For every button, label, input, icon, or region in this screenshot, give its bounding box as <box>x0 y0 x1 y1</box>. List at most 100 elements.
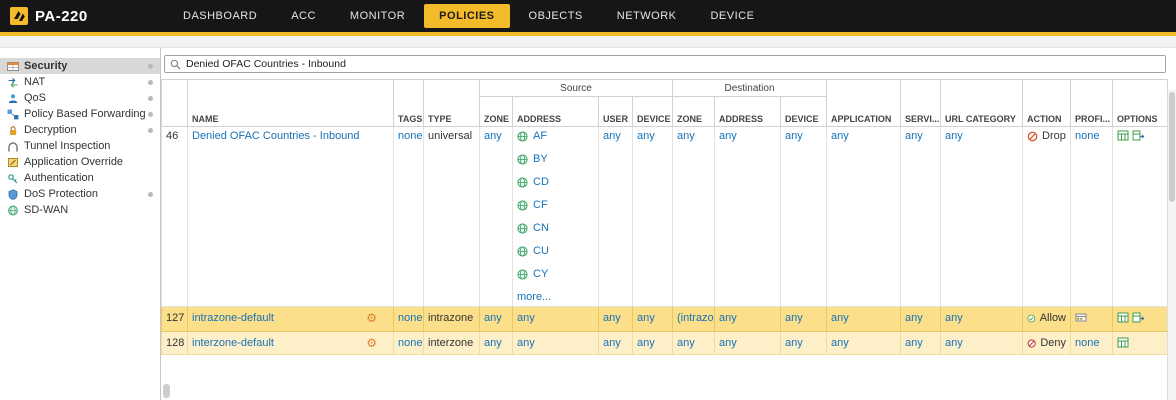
tags-value[interactable]: none <box>398 312 422 324</box>
dst-device-value[interactable]: any <box>785 337 803 349</box>
col-header-action[interactable]: ACTION <box>1023 80 1071 127</box>
url-category-value[interactable]: any <box>945 312 963 324</box>
sidebar-item-sd-wan[interactable]: SD-WAN <box>0 202 160 218</box>
rule-row-46[interactable]: 46 Denied OFAC Countries - Inbound none … <box>162 127 1168 307</box>
sidebar-item-application-override[interactable]: Application Override <box>0 154 160 170</box>
tags-cell: none <box>394 307 424 332</box>
tags-value[interactable]: none <box>398 130 422 142</box>
col-header-application[interactable]: APPLICATION <box>827 80 901 127</box>
service-value[interactable]: any <box>905 312 923 324</box>
src-device-value[interactable]: any <box>637 130 655 142</box>
src-address-value[interactable]: any <box>517 337 535 349</box>
tab-acc[interactable]: ACC <box>276 4 331 28</box>
col-header-dst-address[interactable]: ADDRESS <box>715 97 781 127</box>
action-drop[interactable]: Drop <box>1027 130 1066 142</box>
tab-monitor[interactable]: MONITOR <box>335 4 420 28</box>
tab-dashboard[interactable]: DASHBOARD <box>168 4 272 28</box>
application-value[interactable]: any <box>831 337 849 349</box>
url-category-value[interactable]: any <box>945 337 963 349</box>
rule-row-128[interactable]: 128 interzone-default ⚙ none interzone a… <box>162 332 1168 355</box>
dst-zone-value[interactable]: (intrazo... <box>677 312 715 324</box>
dst-address-value[interactable]: any <box>719 312 737 324</box>
src-user-value[interactable]: any <box>603 312 621 324</box>
sidebar-item-dos-protection[interactable]: DoS Protection <box>0 186 160 202</box>
address-link[interactable]: CY <box>533 268 548 280</box>
col-header-type[interactable]: TYPE <box>424 80 480 127</box>
dst-zone-value[interactable]: any <box>677 130 695 142</box>
src-address-value[interactable]: any <box>517 312 535 324</box>
address-link[interactable]: CF <box>533 199 548 211</box>
log-settings-icon[interactable] <box>1117 312 1129 323</box>
address-link[interactable]: CN <box>533 222 549 234</box>
log-settings-icon[interactable] <box>1117 130 1129 141</box>
vertical-scrollbar[interactable] <box>1167 90 1176 400</box>
src-user-value[interactable]: any <box>603 130 621 142</box>
sidebar-item-policy-based-forwarding[interactable]: Policy Based Forwarding <box>0 106 160 122</box>
sidebar-item-authentication[interactable]: Authentication <box>0 170 160 186</box>
override-gear-icon[interactable]: ⚙ <box>366 313 377 323</box>
address-link[interactable]: CD <box>533 176 549 188</box>
sidebar-item-qos[interactable]: QoS <box>0 90 160 106</box>
log-forwarding-icon[interactable] <box>1132 312 1145 323</box>
src-device-value[interactable]: any <box>637 337 655 349</box>
application-value[interactable]: any <box>831 312 849 324</box>
dst-address-value[interactable]: any <box>719 130 737 142</box>
col-header-service[interactable]: SERVI... <box>901 80 941 127</box>
src-zone-value[interactable]: any <box>484 337 502 349</box>
dst-zone-value[interactable]: any <box>677 337 695 349</box>
rule-row-127[interactable]: 127 intrazone-default ⚙ none intrazone a… <box>162 307 1168 332</box>
dst-address-value[interactable]: any <box>719 337 737 349</box>
horizontal-scrollbar-thumb[interactable] <box>163 384 170 398</box>
application-value[interactable]: any <box>831 130 849 142</box>
col-header-tags[interactable]: TAGS <box>394 80 424 127</box>
profile-value[interactable]: none <box>1075 337 1099 349</box>
vertical-scrollbar-thumb[interactable] <box>1169 92 1175 202</box>
col-header-dst-device[interactable]: DEVICE <box>781 97 827 127</box>
dst-device-value[interactable]: any <box>785 312 803 324</box>
rule-name-link[interactable]: Denied OFAC Countries - Inbound <box>192 130 360 142</box>
sidebar-item-decryption[interactable]: Decryption <box>0 122 160 138</box>
log-settings-icon[interactable] <box>1117 337 1129 348</box>
tags-value[interactable]: none <box>398 337 422 349</box>
more-addresses-link[interactable]: more... <box>517 291 594 303</box>
rule-name-link[interactable]: interzone-default <box>192 337 274 349</box>
tab-policies[interactable]: POLICIES <box>424 4 509 28</box>
col-header-profile[interactable]: PROFI... <box>1071 80 1113 127</box>
src-user-value[interactable]: any <box>603 337 621 349</box>
sidebar-item-tunnel-inspection[interactable]: Tunnel Inspection <box>0 138 160 154</box>
col-header-src-user[interactable]: USER <box>599 97 633 127</box>
sidebar-item-nat[interactable]: NAT <box>0 74 160 90</box>
address-link[interactable]: AF <box>533 130 547 142</box>
col-header-options[interactable]: OPTIONS <box>1113 80 1168 127</box>
action-allow[interactable]: Allow <box>1027 312 1066 324</box>
src-device-value[interactable]: any <box>637 312 655 324</box>
override-gear-icon[interactable]: ⚙ <box>366 338 377 348</box>
col-header-src-zone[interactable]: ZONE <box>480 97 513 127</box>
col-header-src-address[interactable]: ADDRESS <box>513 97 599 127</box>
profile-value[interactable]: none <box>1075 130 1099 142</box>
sidebar-item-security[interactable]: Security <box>0 58 160 74</box>
service-value[interactable]: any <box>905 337 923 349</box>
tab-network[interactable]: NETWORK <box>602 4 692 28</box>
col-header-dst-zone[interactable]: ZONE <box>673 97 715 127</box>
url-category-value[interactable]: any <box>945 130 963 142</box>
col-header-name[interactable]: NAME <box>188 80 394 127</box>
tab-device[interactable]: DEVICE <box>695 4 769 28</box>
address-link[interactable]: CU <box>533 245 549 257</box>
profile-group-icon[interactable] <box>1075 312 1087 323</box>
search-input[interactable] <box>186 58 1160 70</box>
service-value[interactable]: any <box>905 130 923 142</box>
rule-number: 128 <box>162 332 188 355</box>
tab-objects[interactable]: OBJECTS <box>514 4 598 28</box>
src-zone-value[interactable]: any <box>484 130 502 142</box>
qos-icon <box>5 92 20 104</box>
rule-name-link[interactable]: intrazone-default <box>192 312 274 324</box>
col-header-url-category[interactable]: URL CATEGORY <box>941 80 1023 127</box>
src-zone-value[interactable]: any <box>484 312 502 324</box>
address-link[interactable]: BY <box>533 153 548 165</box>
log-forwarding-icon[interactable] <box>1132 130 1145 141</box>
src-user-cell: any <box>599 307 633 332</box>
action-deny[interactable]: Deny <box>1027 337 1066 349</box>
dst-device-value[interactable]: any <box>785 130 803 142</box>
col-header-src-device[interactable]: DEVICE <box>633 97 673 127</box>
